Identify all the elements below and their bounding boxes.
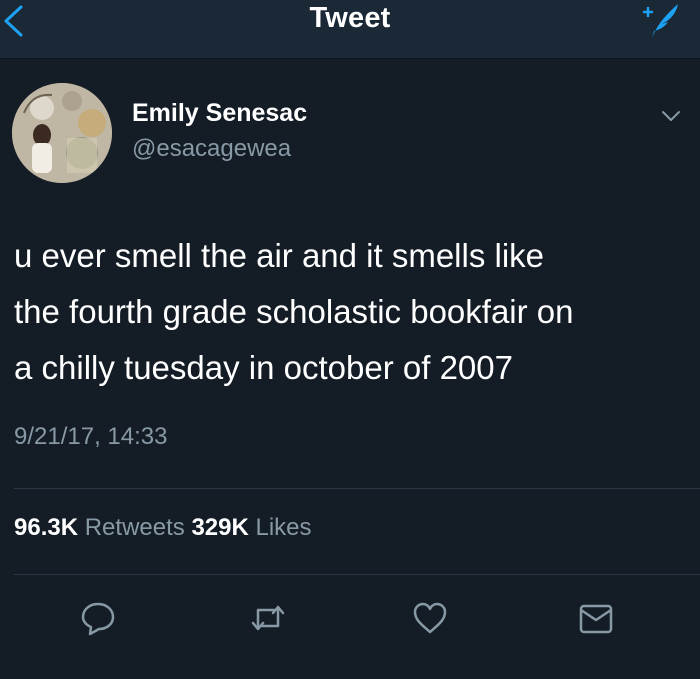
retweets-label[interactable]: Retweets (85, 514, 185, 541)
chevron-down-icon[interactable] (660, 108, 682, 124)
reply-icon[interactable] (78, 598, 118, 638)
likes-count[interactable]: 329K (191, 514, 248, 541)
tweet-text-line: u ever smell the air and it smells like (14, 237, 545, 274)
direct-message-icon[interactable] (576, 598, 616, 638)
like-icon[interactable] (410, 598, 450, 638)
tweet-timestamp: 9/21/17, 14:33 (14, 423, 168, 450)
retweet-icon[interactable] (248, 598, 288, 638)
page-title: Tweet (309, 2, 391, 34)
divider (14, 488, 700, 489)
tweet-text-line: a chilly tuesday in october of 2007 (14, 349, 513, 386)
likes-label[interactable]: Likes (255, 514, 311, 541)
avatar[interactable] (12, 83, 112, 183)
tweet-stats: 96.3K Retweets 329K Likes (14, 514, 312, 542)
avatar-image (12, 83, 112, 183)
compose-tweet-icon[interactable] (638, 0, 682, 40)
author-handle[interactable]: @esacagewea (132, 135, 291, 163)
tweet-text: u ever smell the air and it smells like … (14, 228, 694, 396)
tweet-text-line: the fourth grade scholastic bookfair on (14, 293, 574, 330)
top-bar: Tweet (0, 0, 700, 59)
divider (14, 574, 700, 575)
retweets-count[interactable]: 96.3K (14, 514, 78, 541)
author-name[interactable]: Emily Senesac (132, 99, 307, 128)
